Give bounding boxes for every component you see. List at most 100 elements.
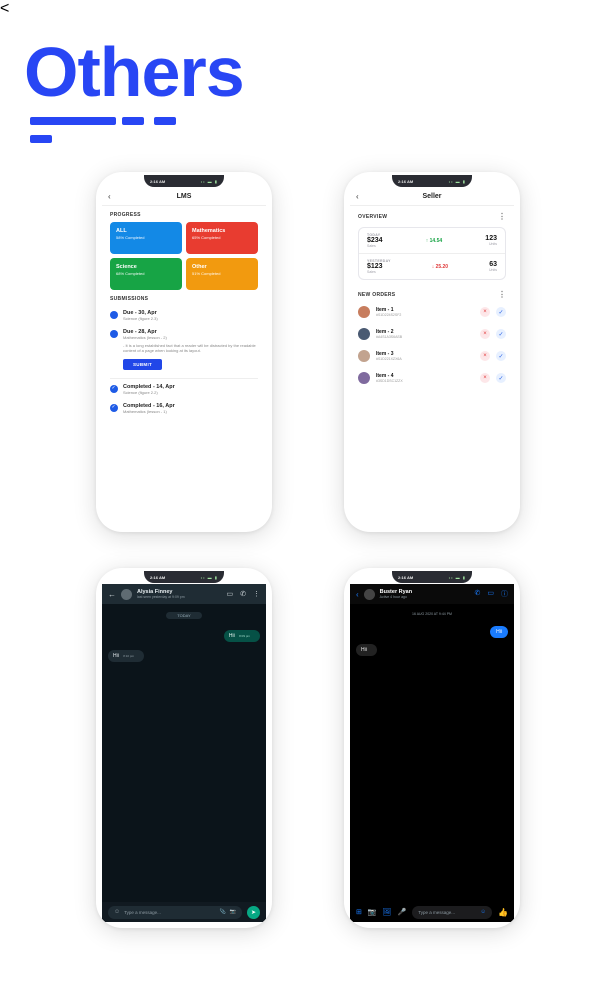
reject-icon[interactable]: × <box>480 307 490 317</box>
voice-call-icon[interactable]: ✆ <box>475 589 481 599</box>
submission-meta: Mathematics (lesson - 2) <box>123 335 258 340</box>
order-hash: #A4S1A3S6ASB <box>376 335 474 339</box>
status-dot-icon <box>110 330 118 338</box>
order-hash: #3SD1DSC1ZZX <box>376 379 474 383</box>
title-underline <box>30 112 200 120</box>
units-value: 123 <box>485 235 497 242</box>
message-incoming[interactable]: Hii 8:10 pm <box>108 650 144 662</box>
timestamp: 16 AUG 2020 AT 9:44 PM <box>350 612 514 616</box>
card-title: ALL <box>116 228 176 234</box>
message-outgoing[interactable]: Hii 8:09 pm <box>224 630 260 642</box>
order-item[interactable]: Item - 2 #A4S1A3S6ASB × ✓ <box>358 323 506 345</box>
status-icons: •• ▬ ▮ <box>449 179 466 184</box>
message-text: Hii <box>113 653 119 659</box>
reject-icon[interactable]: × <box>480 329 490 339</box>
progress-card-other[interactable]: Other 51% Completed <box>186 258 258 290</box>
card-title: Mathematics <box>192 228 252 234</box>
header-title: Seller <box>422 193 441 200</box>
submission-meta: Mathematics (lesson - 1) <box>123 409 258 414</box>
page-title: Others <box>24 32 244 112</box>
delta-up: ↑ 14.54 <box>426 238 442 244</box>
order-item[interactable]: Item - 3 #S1D221XZX6A × ✓ <box>358 345 506 367</box>
submission-item[interactable]: Due - 28, Apr Mathematics (lesson - 2) -… <box>110 325 258 375</box>
message-input[interactable]: Type a message... ☺ <box>412 906 492 919</box>
card-subtitle: 68% Completed <box>116 271 176 276</box>
card-subtitle: 58% Completed <box>116 235 176 240</box>
order-hash: #S1D224S2SF2 <box>376 313 474 317</box>
accept-icon[interactable]: ✓ <box>496 307 506 317</box>
mockup-whatsapp-chat: 2:16 AM •• ▬ ▮ ← Alysia Finney last seen… <box>96 568 272 928</box>
submission-item[interactable]: Completed - 14, Apr Science (figure 2.2) <box>110 380 258 399</box>
submit-button[interactable]: SUBMIT <box>123 359 162 370</box>
message-outgoing[interactable]: Hii <box>490 626 508 638</box>
input-placeholder: Type a message... <box>124 910 161 915</box>
reject-icon[interactable]: × <box>480 373 490 383</box>
progress-card-science[interactable]: Science 68% Completed <box>110 258 182 290</box>
reject-icon[interactable]: × <box>480 351 490 361</box>
neworders-label: NEW ORDERS <box>358 292 395 298</box>
accept-icon[interactable]: ✓ <box>496 373 506 383</box>
date-chip: TODAY <box>166 612 202 619</box>
status-dot-icon <box>110 311 118 319</box>
mockup-messenger-chat: 2:16 AM •• ▬ ▮ ‹ Buster Ryan Active 4 ho… <box>344 568 520 928</box>
back-icon[interactable]: ‹ <box>356 590 359 599</box>
back-icon[interactable]: ‹ <box>356 192 359 201</box>
avatar <box>358 350 370 362</box>
video-call-icon[interactable]: ▭ <box>487 589 494 599</box>
avatar[interactable] <box>364 589 375 600</box>
order-item[interactable]: Item - 4 #3SD1DSC1ZZX × ✓ <box>358 367 506 389</box>
card-title: Science <box>116 264 176 270</box>
accept-icon[interactable]: ✓ <box>496 351 506 361</box>
attach-icon[interactable]: 📎 <box>220 909 226 915</box>
divider <box>110 378 258 379</box>
mockup-lms: 2:16 AM •• ▬ ▮ ‹ LMS PROGRESS ALL 58% Co… <box>96 172 272 532</box>
notch: 2:16 AM •• ▬ ▮ <box>144 571 224 583</box>
message-incoming[interactable]: Hii <box>356 644 377 656</box>
avatar <box>358 372 370 384</box>
notch: 2:16 AM •• ▬ ▮ <box>144 175 224 187</box>
message-text: Hii <box>361 647 367 653</box>
order-item[interactable]: Item - 1 #S1D224S2SF2 × ✓ <box>358 301 506 323</box>
more-icon[interactable]: ⋮ <box>253 590 260 598</box>
camera-icon[interactable]: 📷 <box>230 909 236 915</box>
units-label: Units <box>489 268 497 272</box>
submission-item[interactable]: Due - 30, Apr Science (figure 2.3) <box>110 306 258 325</box>
accept-icon[interactable]: ✓ <box>496 329 506 339</box>
status-icons: •• ▬ ▮ <box>201 179 218 184</box>
like-button[interactable]: 👍 <box>498 908 508 917</box>
status-icons: •• ▬ ▮ <box>449 575 466 580</box>
notch: 2:16 AM •• ▬ ▮ <box>392 571 472 583</box>
progress-card-math[interactable]: Mathematics 65% Completed <box>186 222 258 254</box>
more-icon[interactable]: ⋮ <box>498 212 506 221</box>
back-icon[interactable]: ‹ <box>108 192 111 201</box>
last-seen: last seen yesterday at 9:09 pm <box>137 595 185 599</box>
progress-card-all[interactable]: ALL 58% Completed <box>110 222 182 254</box>
submission-item[interactable]: Completed - 16, Apr Mathematics (lesson … <box>110 399 258 418</box>
avatar <box>358 328 370 340</box>
voice-call-icon[interactable]: ✆ <box>240 590 246 598</box>
send-button[interactable]: ➤ <box>247 906 260 919</box>
message-input[interactable]: ☺ Type a message... 📎 📷 <box>108 906 242 919</box>
back-icon[interactable]: ← <box>108 590 116 599</box>
active-status: Active 4 hour ago <box>380 595 412 599</box>
gallery-icon[interactable]: 🖼 <box>383 908 392 916</box>
header-title: LMS <box>177 193 192 200</box>
overview-label: OVERVIEW <box>358 214 387 220</box>
sales-value: $123 <box>367 263 391 270</box>
more-icon[interactable]: ⋮ <box>498 290 506 299</box>
emoji-icon[interactable]: ☺ <box>480 909 486 915</box>
emoji-icon[interactable]: ☺ <box>114 909 120 915</box>
video-call-icon[interactable]: ▭ <box>227 590 234 598</box>
card-title: Other <box>192 264 252 270</box>
card-subtitle: 65% Completed <box>192 235 252 240</box>
avatar[interactable] <box>121 589 132 600</box>
mockup-seller: 2:16 AM •• ▬ ▮ ‹ Seller OVERVIEW ⋮ TODAY… <box>344 172 520 532</box>
camera-icon[interactable]: 📷 <box>368 908 377 916</box>
info-icon[interactable]: ⓘ <box>501 589 508 599</box>
avatar <box>358 306 370 318</box>
progress-label: PROGRESS <box>102 206 266 222</box>
sales-label: Sales <box>367 244 383 248</box>
apps-icon[interactable]: ⊞ <box>356 908 362 916</box>
status-time: 2:16 AM <box>150 575 165 580</box>
mic-icon[interactable]: 🎤 <box>397 908 406 916</box>
